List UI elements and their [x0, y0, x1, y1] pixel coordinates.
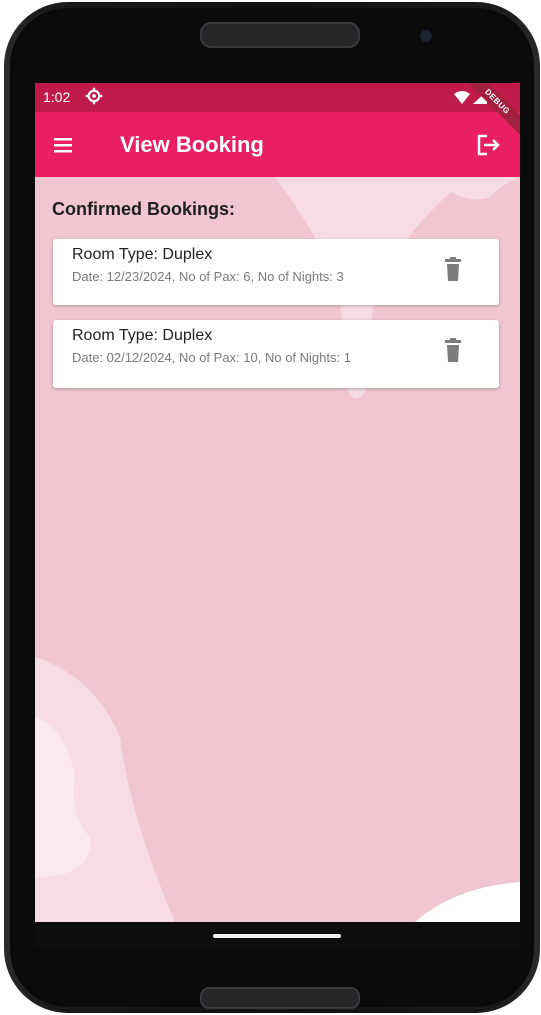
- device-frame: 1:02 DEBUG View Booking Confirmed Bookin…: [0, 0, 541, 1015]
- trash-icon: [445, 338, 461, 362]
- booking-details: Date: 02/12/2024, No of Pax: 10, No of N…: [72, 350, 351, 365]
- settings-icon: [85, 87, 103, 110]
- delete-booking-button[interactable]: [441, 338, 465, 366]
- menu-icon: [54, 138, 72, 153]
- wifi-icon: [454, 91, 470, 104]
- booking-details: Date: 12/23/2024, No of Pax: 6, No of Ni…: [72, 269, 344, 284]
- bottom-speaker: [200, 987, 360, 1009]
- screen: 1:02 DEBUG View Booking Confirmed Bookin…: [35, 83, 520, 948]
- status-bar: 1:02: [35, 83, 520, 112]
- front-camera: [420, 30, 432, 42]
- room-type-label: Room Type: Duplex: [72, 246, 213, 263]
- earpiece-speaker: [200, 22, 360, 48]
- room-type-label: Room Type: Duplex: [72, 327, 213, 344]
- home-gesture-handle[interactable]: [213, 934, 341, 938]
- system-nav-bar: [35, 922, 520, 948]
- page-title: View Booking: [120, 132, 264, 157]
- logout-button[interactable]: [473, 130, 503, 160]
- delete-booking-button[interactable]: [441, 257, 465, 285]
- booking-card[interactable]: Room Type: Duplex Date: 12/23/2024, No o…: [53, 239, 499, 305]
- menu-button[interactable]: [49, 130, 79, 160]
- app-bar: View Booking: [35, 112, 520, 177]
- trash-icon: [445, 257, 461, 281]
- status-time: 1:02: [43, 89, 71, 105]
- logout-icon: [477, 134, 500, 156]
- booking-content: Confirmed Bookings: Room Type: Duplex Da…: [35, 177, 520, 922]
- section-title: Confirmed Bookings:: [52, 199, 235, 219]
- booking-card[interactable]: Room Type: Duplex Date: 02/12/2024, No o…: [53, 320, 499, 388]
